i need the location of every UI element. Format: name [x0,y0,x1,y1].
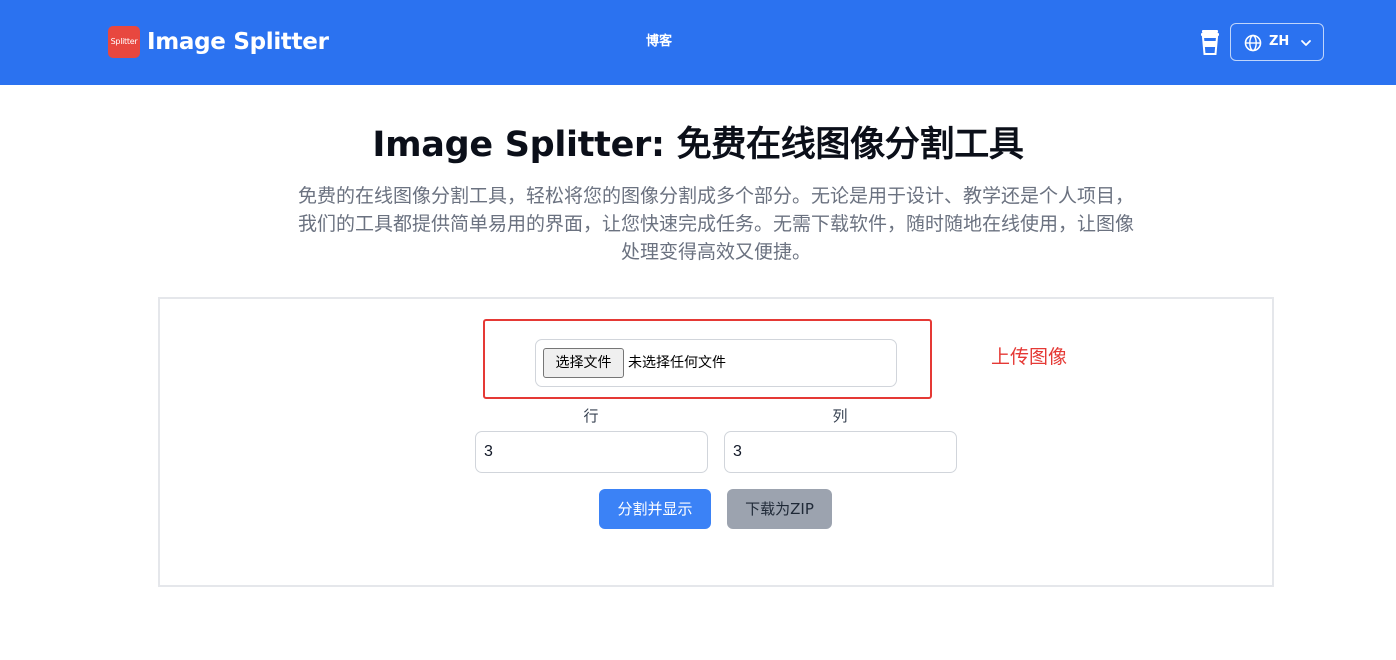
page-description: 免费的在线图像分割工具，轻松将您的图像分割成多个部分。无论是用于设计、教学还是个… [268,182,1164,266]
chevron-down-icon [1301,40,1311,46]
globe-icon [1244,34,1262,52]
rows-label: 行 [583,407,599,425]
description-line: 我们的工具都提供简单易用的界面，让您快速完成任务。无需下载软件，随时随地在线使用… [297,213,1134,235]
download-zip-button[interactable]: 下载为ZIP [727,489,832,529]
choose-file-button[interactable]: 选择文件 [543,348,624,378]
split-and-show-button[interactable]: 分割并显示 [599,489,711,529]
top-navbar: Splitter Image Splitter 博客 ZH [0,0,1396,85]
file-status-text: 未选择任何文件 [628,355,726,371]
upload-annotation: 上传图像 [991,346,1068,368]
rows-input[interactable] [475,431,708,473]
brand-name[interactable]: Image Splitter [147,26,329,58]
language-label: ZH [1269,34,1290,49]
cols-input[interactable] [724,431,957,473]
nav-link-blog[interactable]: 博客 [646,32,672,52]
description-line: 处理变得高效又便捷。 [620,241,811,263]
page-title: Image Splitter: 免费在线图像分割工具 [372,125,1024,165]
description-line: 免费的在线图像分割工具，轻松将您的图像分割成多个部分。无论是用于设计、教学还是个… [297,185,1134,207]
coffee-cup-icon[interactable] [1199,28,1221,56]
language-selector[interactable]: ZH [1230,23,1324,61]
logo-badge[interactable]: Splitter [108,26,140,58]
cols-label: 列 [832,407,848,425]
